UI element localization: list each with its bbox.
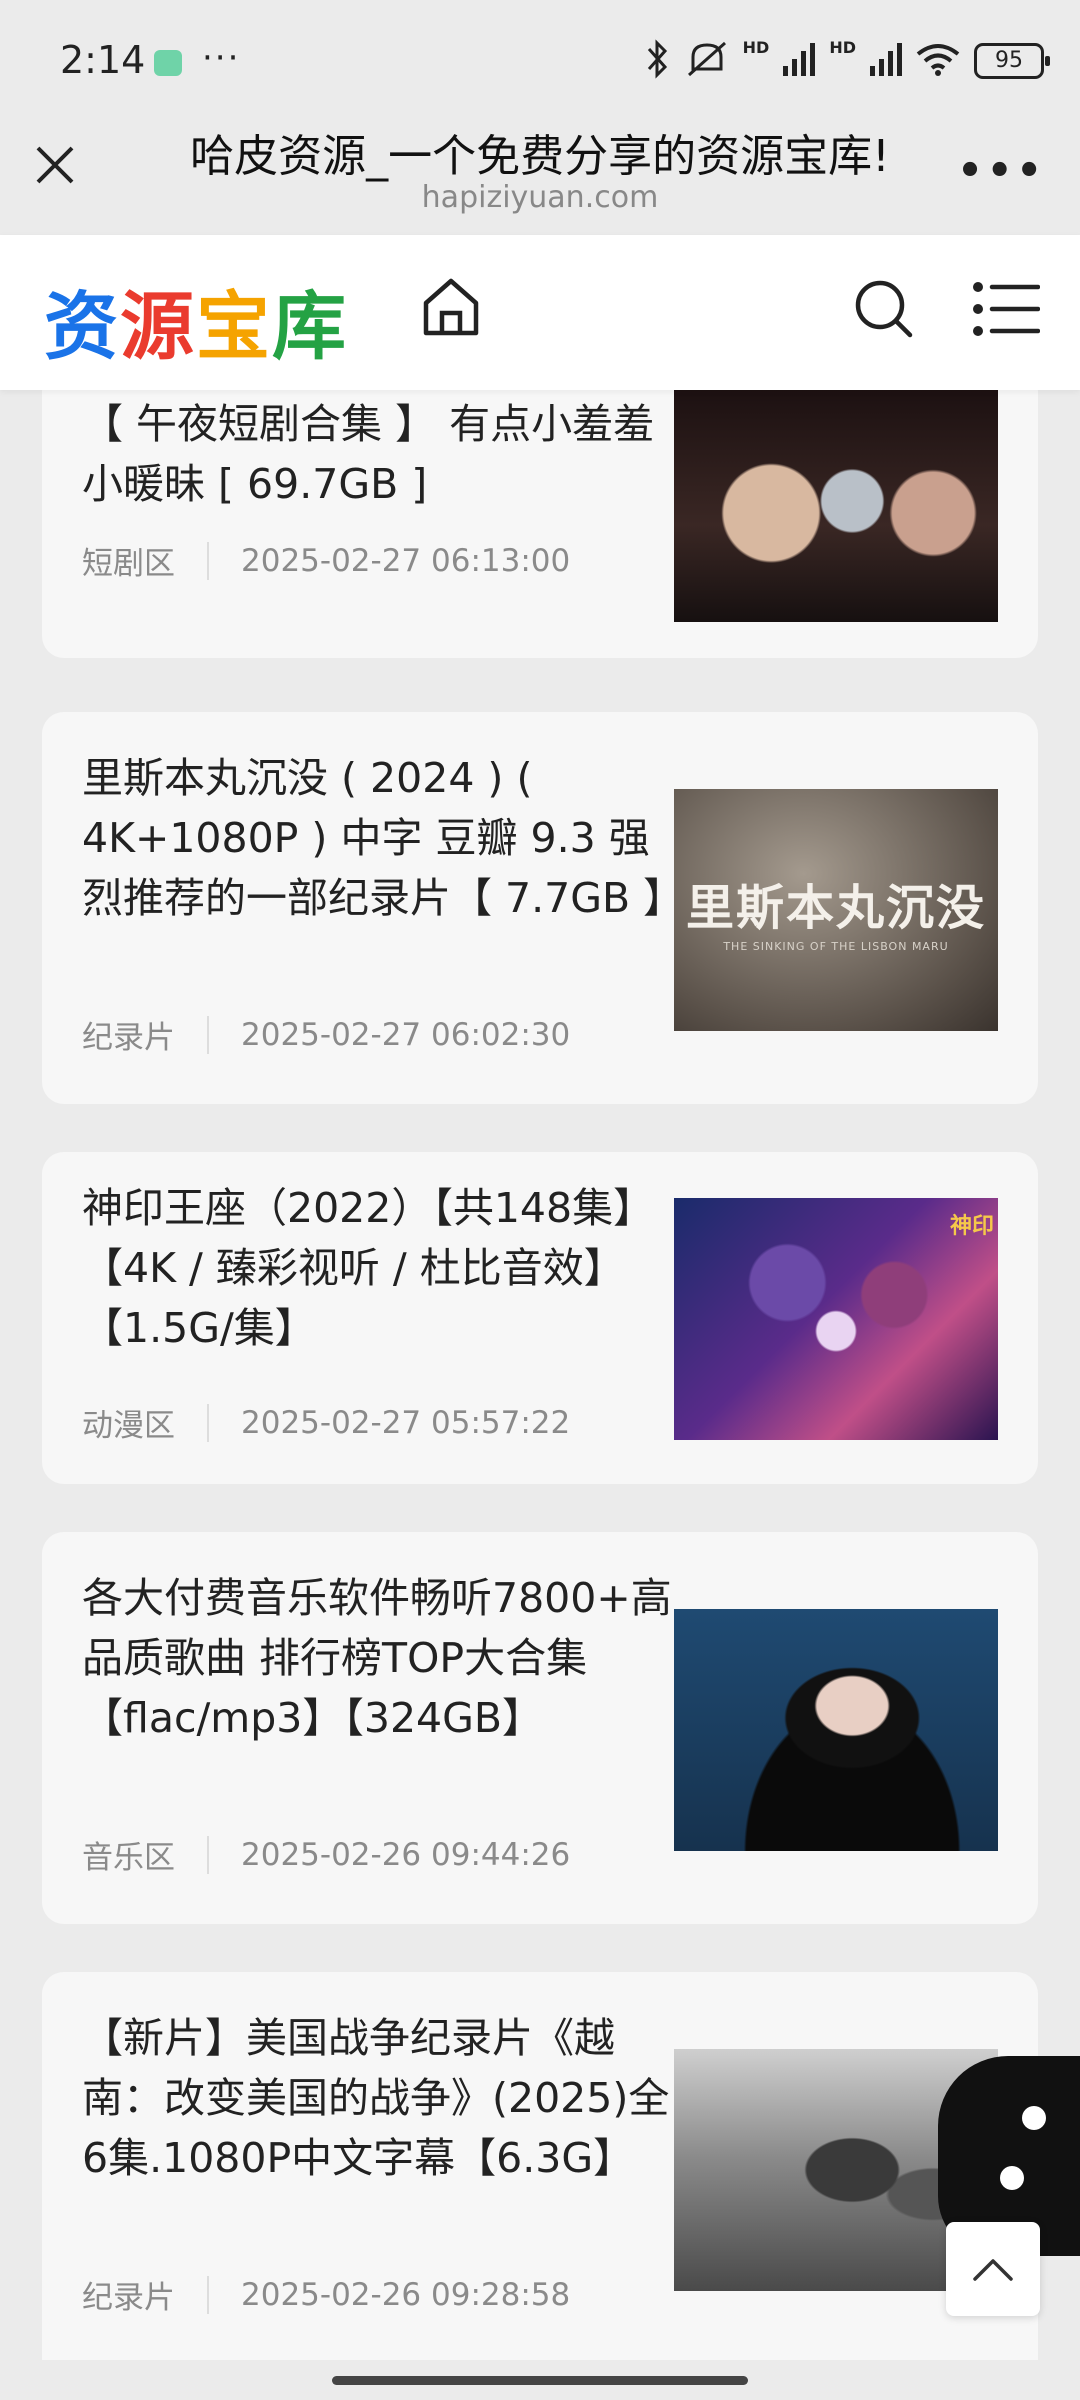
- battery-indicator: 95: [974, 43, 1050, 79]
- back-to-top-button[interactable]: [946, 2222, 1040, 2316]
- logo-char: 资: [44, 284, 120, 370]
- home-indicator[interactable]: [332, 2376, 748, 2385]
- logo-char: 库: [272, 284, 348, 370]
- post-card[interactable]: 【 午夜短剧合集 】 有点小羞羞 小暖昧 [ 69.7GB ] 短剧区 2025…: [42, 390, 1038, 658]
- thumbnail-title: 里斯本丸沉没: [685, 879, 986, 936]
- hd-label: HD: [742, 37, 770, 57]
- mascot-eye: [1022, 2106, 1046, 2130]
- signal-icon-2: [870, 42, 902, 80]
- post-category[interactable]: 纪录片: [82, 1012, 175, 1057]
- post-date: 2025-02-26 09:44:26: [241, 1836, 571, 1873]
- meta-divider: [207, 1403, 209, 1442]
- post-meta: 纪录片 2025-02-26 09:28:58: [82, 2272, 570, 2317]
- home-icon: [423, 278, 479, 336]
- post-card[interactable]: 各大付费音乐软件畅听7800+高品质歌曲 排行榜TOP大合集【flac/mp3】…: [42, 1532, 1038, 1924]
- post-meta: 纪录片 2025-02-27 06:02:30: [82, 1012, 570, 1057]
- post-list: 【 午夜短剧合集 】 有点小羞羞 小暖昧 [ 69.7GB ] 短剧区 2025…: [0, 390, 1080, 2360]
- mute-icon: [685, 39, 729, 83]
- wifi-icon: [916, 42, 960, 80]
- post-card[interactable]: 【新片】美国战争纪录片《越南：改变美国的战争》(2025)全6集.1080P中文…: [42, 1972, 1038, 2360]
- hd-label-2: HD: [829, 37, 856, 57]
- post-title[interactable]: 里斯本丸沉没 ( 2024 ) ( 4K+1080P ) 中字 豆瓣 9.3 强…: [82, 748, 684, 928]
- post-date: 2025-02-27 05:57:22: [241, 1404, 571, 1441]
- thumbnail-logo: 神印: [949, 1214, 994, 1239]
- post-meta: 音乐区 2025-02-26 09:44:26: [82, 1832, 570, 1877]
- post-thumbnail[interactable]: 里斯本丸沉没 THE SINKING OF THE LISBON MARU: [674, 789, 998, 1031]
- browser-menu-button[interactable]: •••: [957, 148, 1046, 194]
- post-category[interactable]: 短剧区: [82, 538, 175, 583]
- post-category[interactable]: 纪录片: [82, 2272, 175, 2317]
- post-card[interactable]: 神印王座（2022）【共148集】【4K / 臻彩视听 / 杜比音效】【1.5G…: [42, 1152, 1038, 1484]
- post-title[interactable]: 神印王座（2022）【共148集】【4K / 臻彩视听 / 杜比音效】【1.5G…: [82, 1178, 682, 1358]
- home-button[interactable]: [418, 275, 484, 341]
- meta-divider: [207, 1835, 209, 1874]
- meta-divider: [207, 1015, 209, 1054]
- bluetooth-icon: [645, 39, 671, 83]
- status-time: 2:14: [60, 38, 146, 82]
- post-title[interactable]: 【 午夜短剧合集 】 有点小羞羞 小暖昧 [ 69.7GB ]: [82, 394, 682, 514]
- mascot-eye: [1000, 2166, 1024, 2190]
- post-category[interactable]: 音乐区: [82, 1832, 175, 1877]
- post-date: 2025-02-27 06:02:30: [241, 1016, 571, 1053]
- search-button[interactable]: [852, 277, 916, 341]
- more-notifications-icon: ···: [202, 38, 241, 78]
- status-bar: 2:14 ··· HD HD 95: [0, 0, 1080, 120]
- site-header: 资源宝库: [0, 235, 1080, 390]
- post-card[interactable]: 里斯本丸沉没 ( 2024 ) ( 4K+1080P ) 中字 豆瓣 9.3 强…: [42, 712, 1038, 1104]
- thumbnail-subtitle: THE SINKING OF THE LISBON MARU: [723, 939, 949, 953]
- post-title[interactable]: 各大付费音乐软件畅听7800+高品质歌曲 排行榜TOP大合集【flac/mp3】…: [82, 1568, 682, 1748]
- logo-char: 宝: [196, 284, 272, 370]
- post-thumbnail[interactable]: [674, 390, 998, 622]
- close-icon: [36, 146, 74, 184]
- page-title: 哈皮资源_一个免费分享的资源宝库!: [190, 131, 890, 182]
- post-date: 2025-02-27 06:13:00: [241, 542, 571, 579]
- search-icon: [855, 280, 913, 338]
- logo-char: 源: [120, 284, 196, 370]
- chevron-up-icon: [973, 2259, 1013, 2281]
- signal-icon: [783, 42, 816, 80]
- post-meta: 短剧区 2025-02-27 06:13:00: [82, 538, 570, 583]
- page-url: hapiziyuan.com: [421, 180, 659, 215]
- close-button[interactable]: [30, 140, 80, 190]
- post-date: 2025-02-26 09:28:58: [241, 2276, 571, 2313]
- site-logo[interactable]: 资源宝库: [44, 267, 348, 374]
- post-category[interactable]: 动漫区: [82, 1400, 175, 1445]
- list-menu-icon: [973, 282, 1041, 336]
- post-thumbnail[interactable]: [674, 1609, 998, 1851]
- post-meta: 动漫区 2025-02-27 05:57:22: [82, 1400, 570, 1445]
- app-notification-icon: [154, 50, 182, 76]
- post-thumbnail[interactable]: 神印: [674, 1198, 998, 1440]
- meta-divider: [207, 2275, 209, 2314]
- menu-button[interactable]: [972, 277, 1041, 341]
- meta-divider: [207, 541, 209, 580]
- post-title[interactable]: 【新片】美国战争纪录片《越南：改变美国的战争》(2025)全6集.1080P中文…: [82, 2008, 682, 2188]
